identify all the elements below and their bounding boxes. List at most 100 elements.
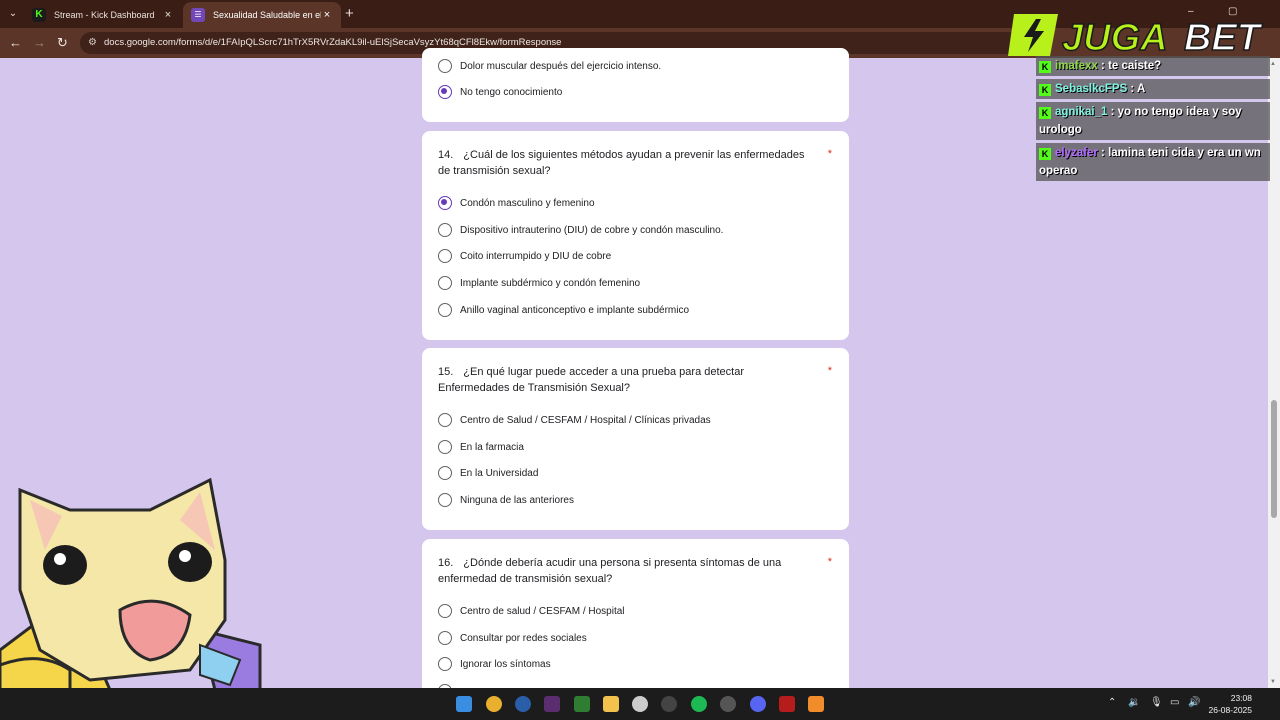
kick-badge-icon: K	[1039, 107, 1051, 119]
chrome-icon[interactable]	[486, 696, 502, 712]
question-card-13: Dolor muscular después del ejercicio int…	[422, 48, 849, 122]
scrollbar-thumb[interactable]	[1271, 400, 1277, 518]
radio-button[interactable]	[438, 276, 452, 290]
new-tab-button[interactable]: +	[345, 5, 354, 22]
option-row[interactable]: Ignorar los síntomas	[438, 656, 551, 672]
option-label: Consultar por redes sociales	[460, 632, 587, 644]
radio-button[interactable]	[438, 59, 452, 73]
radio-button[interactable]	[438, 657, 452, 671]
tab-title: Stream - Kick Dashboard	[54, 10, 155, 20]
tab-close-icon[interactable]: ×	[321, 9, 333, 21]
option-label: Coito interrumpido y DIU de cobre	[460, 250, 612, 262]
option-label: Centro de salud / CESFAM / Hospital	[460, 605, 625, 617]
app-icon[interactable]	[574, 696, 590, 712]
steam-icon[interactable]	[720, 696, 736, 712]
network-icon[interactable]: ▭	[1170, 697, 1179, 708]
option-row[interactable]: Coito interrumpido y DIU de cobre	[438, 248, 611, 264]
radio-button[interactable]	[438, 223, 452, 237]
question-text: ¿Dónde debería acudir una persona si pre…	[438, 557, 782, 585]
chat-separator: :	[1097, 147, 1109, 159]
obs-icon[interactable]	[632, 696, 648, 712]
radio-button[interactable]	[438, 604, 452, 618]
kick-icon: K	[32, 8, 46, 22]
option-label: Ninguna de las anteriores	[460, 494, 574, 506]
option-row[interactable]: Centro de salud / CESFAM / Hospital	[438, 603, 625, 619]
option-label: Dispositivo intrauterino (DIU) de cobre …	[460, 224, 724, 236]
chat-message: Kagnikai_1 : yo no tengo idea y soy urol…	[1036, 102, 1270, 140]
visual-studio-icon[interactable]	[544, 696, 560, 712]
radio-button-selected[interactable]	[438, 85, 452, 99]
app-icon[interactable]	[808, 696, 824, 712]
chat-message: Kimafexx : te caiste?	[1036, 56, 1270, 76]
radio-button[interactable]	[438, 631, 452, 645]
clock-time: 23:08	[1230, 693, 1252, 703]
radio-button-selected[interactable]	[438, 196, 452, 210]
question-title: 14. ¿Cuál de los siguientes métodos ayuda…	[438, 147, 818, 179]
chat-separator: :	[1107, 106, 1118, 118]
scroll-up-icon[interactable]: ▲	[1270, 61, 1276, 67]
speaker-icon[interactable]: 🔊	[1188, 697, 1200, 708]
kick-badge-icon: K	[1039, 84, 1051, 96]
question-text: ¿Cuál de los siguientes métodos ayudan a…	[438, 149, 805, 177]
radio-button[interactable]	[438, 440, 452, 454]
forward-button[interactable]: →	[33, 35, 46, 50]
option-row[interactable]: Ninguna de las anteriores	[438, 492, 574, 508]
option-label: En la farmacia	[460, 441, 524, 453]
option-label: Anillo vaginal anticonceptivo e implante…	[460, 304, 690, 316]
option-row[interactable]: Consultar por redes sociales	[438, 630, 587, 646]
option-label: En la Universidad	[460, 467, 539, 479]
discord-icon[interactable]	[750, 696, 766, 712]
option-row[interactable]: No tengo conocimiento	[438, 84, 562, 100]
question-title: 16. ¿Dónde debería acudir una persona si …	[438, 555, 818, 587]
option-row[interactable]: Anillo vaginal anticonceptivo e implante…	[438, 302, 689, 318]
question-card-16: 16. ¿Dónde debería acudir una persona si …	[422, 539, 849, 699]
option-label: Dolor muscular después del ejercicio int…	[460, 60, 662, 72]
radio-button[interactable]	[438, 413, 452, 427]
question-card-14: 14. ¿Cuál de los siguientes métodos ayuda…	[422, 131, 849, 340]
tab-search-icon[interactable]: ⌄	[6, 7, 20, 21]
chat-username: SebaslkcFPS	[1055, 83, 1128, 95]
scroll-down-icon[interactable]: ▼	[1270, 679, 1276, 685]
option-row[interactable]: Dispositivo intrauterino (DIU) de cobre …	[438, 222, 723, 238]
option-row[interactable]: Dolor muscular después del ejercicio int…	[438, 58, 661, 74]
tab-google-form[interactable]: ☰ Sexualidad Saludable en el adu ×	[183, 2, 341, 28]
option-row[interactable]: Centro de Salud / CESFAM / Hospital / Cl…	[438, 412, 711, 428]
stream-chat-overlay: Kimafexx : te caiste? K SebaslkcFPS : A K…	[1036, 56, 1270, 184]
option-row[interactable]: En la farmacia	[438, 439, 524, 455]
volume-icon[interactable]: 🔉	[1128, 697, 1140, 708]
radio-button[interactable]	[438, 493, 452, 507]
option-row[interactable]: En la Universidad	[438, 465, 538, 481]
option-row[interactable]: Implante subdérmico y condón femenino	[438, 275, 640, 291]
spotify-icon[interactable]	[691, 696, 707, 712]
chat-text: te caiste?	[1108, 60, 1162, 72]
required-mark: *	[827, 148, 832, 160]
required-mark: *	[827, 556, 832, 568]
option-label: Ignorar los síntomas	[460, 658, 551, 670]
chat-username: elyzafer	[1055, 147, 1098, 159]
site-info-icon[interactable]: ⚙	[88, 37, 97, 48]
clock[interactable]: 23:08 26-08-2025	[1209, 692, 1252, 716]
start-menu-icon[interactable]	[456, 696, 472, 712]
chat-separator: :	[1127, 83, 1138, 95]
back-button[interactable]: ←	[9, 35, 22, 50]
tab-kick-dashboard[interactable]: K Stream - Kick Dashboard ×	[24, 2, 182, 28]
option-label: Implante subdérmico y condón femenino	[460, 277, 641, 289]
radio-button[interactable]	[438, 466, 452, 480]
tab-close-icon[interactable]: ×	[162, 9, 174, 21]
chat-message: K SebaslkcFPS : A	[1036, 79, 1270, 99]
tray-chevron-icon[interactable]: ⌃	[1108, 697, 1116, 708]
radio-button[interactable]	[438, 249, 452, 263]
cursor-app-icon[interactable]	[515, 696, 531, 712]
option-label: Condón masculino y femenino	[460, 197, 595, 209]
app-icon[interactable]	[661, 696, 677, 712]
option-row[interactable]: Condón masculino y femenino	[438, 195, 595, 211]
microphone-icon[interactable]: 🎙	[1150, 697, 1163, 708]
file-explorer-icon[interactable]	[603, 696, 619, 712]
app-icon[interactable]	[779, 696, 795, 712]
option-label: No tengo conocimiento	[460, 86, 563, 98]
question-number: 14.	[438, 149, 454, 161]
reload-button[interactable]: ↻	[57, 35, 68, 51]
radio-button[interactable]	[438, 303, 452, 317]
taskbar: ⌃ 🔉 🎙 ▭ 🔊 23:08 26-08-2025	[0, 688, 1280, 720]
question-text: ¿En qué lugar puede acceder a una prueba…	[438, 366, 744, 394]
